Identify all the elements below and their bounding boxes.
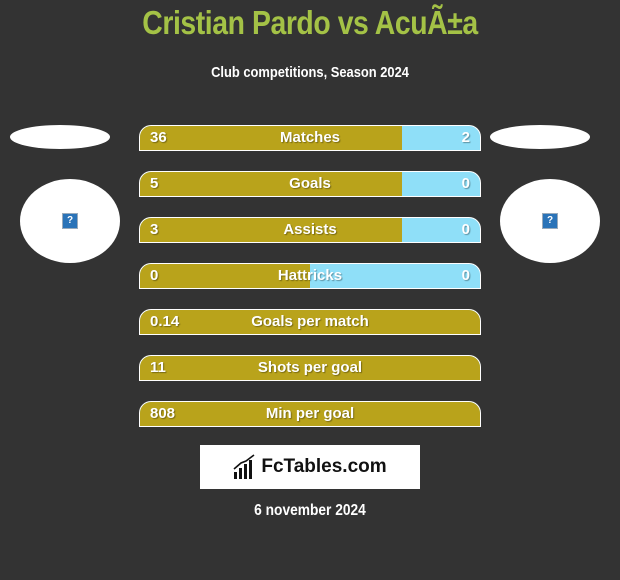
right-player-logo: ? bbox=[500, 179, 600, 263]
competition-subtitle: Club competitions, Season 2024 bbox=[211, 64, 409, 81]
left-value: 0 bbox=[150, 267, 159, 284]
left-player-logo: ? bbox=[20, 179, 120, 263]
left-value: 3 bbox=[150, 221, 159, 238]
left-player-name-placeholder bbox=[10, 125, 110, 149]
stat-label: Goals per match bbox=[251, 313, 369, 330]
left-value: 36 bbox=[150, 129, 167, 146]
stat-label: Shots per goal bbox=[257, 359, 363, 376]
stat-label: Hattricks bbox=[277, 267, 343, 284]
stat-row-goals: Goals 5 0 bbox=[139, 171, 481, 197]
right-value: 2 bbox=[461, 129, 470, 146]
right-value: 0 bbox=[461, 175, 470, 192]
broken-image-icon: ? bbox=[62, 213, 78, 229]
stat-label: Assists bbox=[283, 221, 337, 238]
stat-label: Goals bbox=[289, 175, 331, 192]
stat-row-hattricks: Hattricks 0 0 bbox=[139, 263, 481, 289]
fctables-logo[interactable]: FcTables.com bbox=[200, 445, 420, 489]
broken-image-icon: ? bbox=[542, 213, 558, 229]
page-title: Cristian Pardo vs AcuÃ±a bbox=[142, 4, 478, 41]
stat-row-shots-per-goal: Shots per goal 11 bbox=[139, 355, 481, 381]
left-value: 808 bbox=[150, 405, 176, 422]
stat-row-min-per-goal: Min per goal 808 bbox=[139, 401, 481, 427]
left-value: 5 bbox=[150, 175, 159, 192]
brand-name: FcTables.com bbox=[261, 456, 387, 477]
left-value: 0.14 bbox=[150, 313, 180, 330]
stat-label: Min per goal bbox=[265, 405, 355, 422]
stat-row-goals-per-match: Goals per match 0.14 bbox=[139, 309, 481, 335]
left-value: 11 bbox=[150, 359, 166, 376]
right-player-name-placeholder bbox=[490, 125, 590, 149]
stat-row-assists: Assists 3 0 bbox=[139, 217, 481, 243]
right-value: 0 bbox=[461, 221, 470, 238]
bar-chart-icon bbox=[233, 454, 255, 479]
report-date: 6 november 2024 bbox=[254, 502, 366, 519]
stat-label: Matches bbox=[279, 129, 341, 146]
right-value: 0 bbox=[461, 267, 470, 284]
stat-row-matches: Matches 36 2 bbox=[139, 125, 481, 151]
